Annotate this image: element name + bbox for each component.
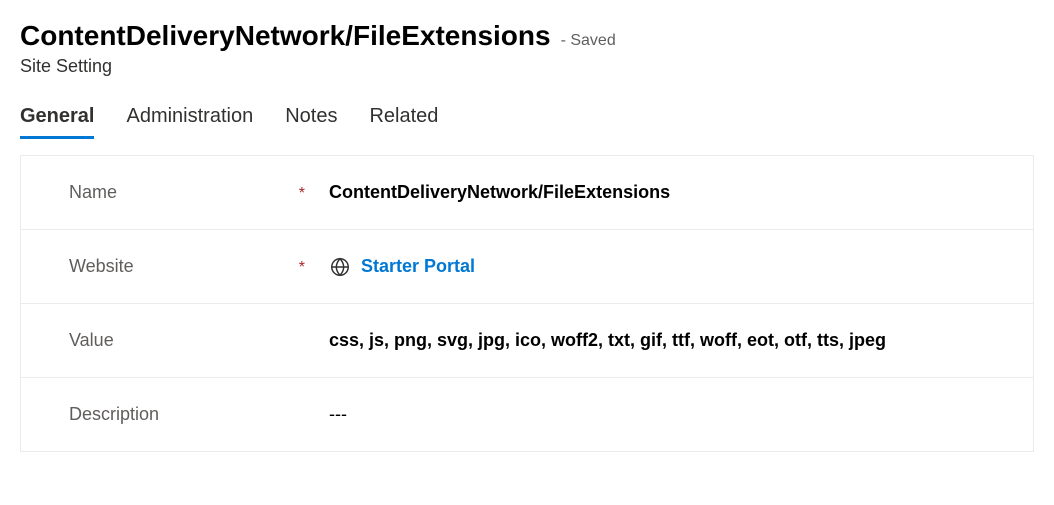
title-row: ContentDeliveryNetwork/FileExtensions - … <box>20 20 1034 52</box>
required-indicator: * <box>299 185 305 203</box>
form-label-name: Name * <box>69 182 329 203</box>
tabs: General Administration Notes Related <box>20 105 1034 139</box>
required-indicator: * <box>299 259 305 277</box>
website-link[interactable]: Starter Portal <box>361 256 475 277</box>
form-panel: Name * ContentDeliveryNetwork/FileExtens… <box>20 155 1034 452</box>
page-subtitle: Site Setting <box>20 56 1034 77</box>
tab-administration[interactable]: Administration <box>126 105 253 139</box>
form-row-name: Name * ContentDeliveryNetwork/FileExtens… <box>21 156 1033 230</box>
tab-related[interactable]: Related <box>369 105 438 139</box>
tab-general[interactable]: General <box>20 105 94 139</box>
value-field[interactable]: css, js, png, svg, jpg, ico, woff2, txt,… <box>329 330 1033 351</box>
form-row-description: Description --- <box>21 378 1033 452</box>
description-field[interactable]: --- <box>329 404 1033 425</box>
globe-icon <box>329 256 351 278</box>
page-title: ContentDeliveryNetwork/FileExtensions <box>20 20 551 52</box>
form-label-website: Website * <box>69 256 329 277</box>
form-label-value: Value <box>69 330 329 351</box>
form-row-value: Value css, js, png, svg, jpg, ico, woff2… <box>21 304 1033 378</box>
name-field[interactable]: ContentDeliveryNetwork/FileExtensions <box>329 182 1033 203</box>
page-header: ContentDeliveryNetwork/FileExtensions - … <box>20 20 1034 77</box>
form-label-description: Description <box>69 404 329 425</box>
saved-badge: - Saved <box>561 32 616 50</box>
website-field[interactable]: Starter Portal <box>329 256 1033 278</box>
tab-notes[interactable]: Notes <box>285 105 337 139</box>
form-row-website: Website * Starter Portal <box>21 230 1033 304</box>
